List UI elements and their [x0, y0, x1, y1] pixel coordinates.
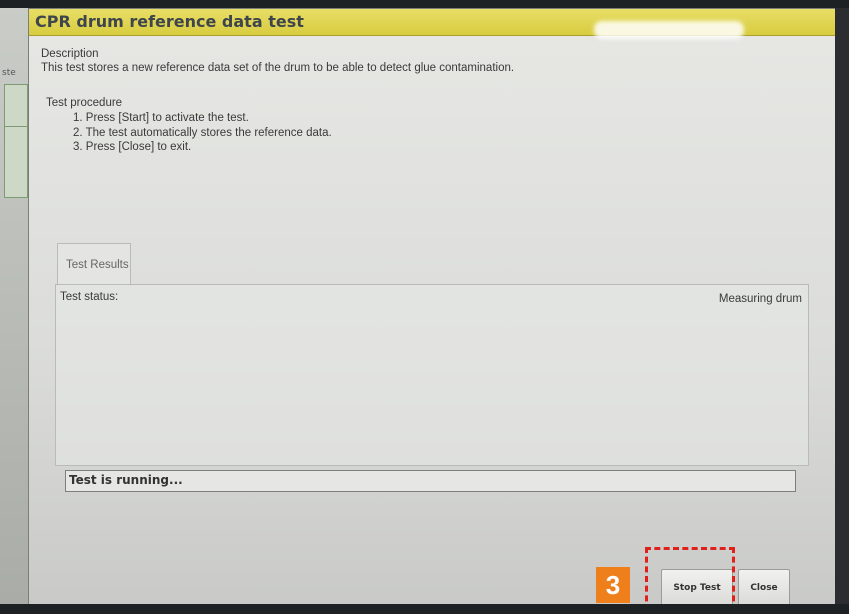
test-results-panel: Test status: Measuring drum: [55, 284, 809, 466]
procedure-step: 2. The test automatically stores the ref…: [73, 126, 332, 139]
test-dialog: CPR drum reference data test Description…: [28, 8, 837, 613]
procedure-step: 1. Press [Start] to activate the test.: [73, 112, 249, 124]
test-running-text: Test is running...: [69, 473, 183, 487]
test-running-status-bar: Test is running...: [65, 470, 796, 492]
description-heading: Description: [41, 48, 99, 60]
screen-bezel-bottom: [0, 604, 849, 614]
test-status-label: Test status:: [60, 291, 119, 303]
close-button-label: Close: [750, 583, 778, 593]
procedure-steps: 1. Press [Start] to activate the test. 2…: [73, 111, 332, 155]
tab-test-results-label: Test Results: [66, 259, 129, 271]
procedure-step: 3. Press [Close] to exit.: [73, 141, 192, 153]
test-status-value: Measuring drum: [718, 293, 802, 305]
screen-bezel-right: [835, 8, 849, 604]
screen-glare: [594, 21, 744, 39]
dialog-title: CPR drum reference data test: [35, 12, 304, 31]
stop-test-highlight-box: [645, 547, 735, 611]
description-text: This test stores a new reference data se…: [41, 62, 515, 74]
background-window-label: ste: [2, 68, 16, 78]
tab-test-results[interactable]: Test Results: [57, 243, 131, 286]
screen-bezel-top: [0, 0, 849, 8]
step-number-badge: 3: [596, 567, 630, 603]
background-window-tab: [4, 126, 28, 198]
procedure-heading: Test procedure: [46, 97, 123, 109]
